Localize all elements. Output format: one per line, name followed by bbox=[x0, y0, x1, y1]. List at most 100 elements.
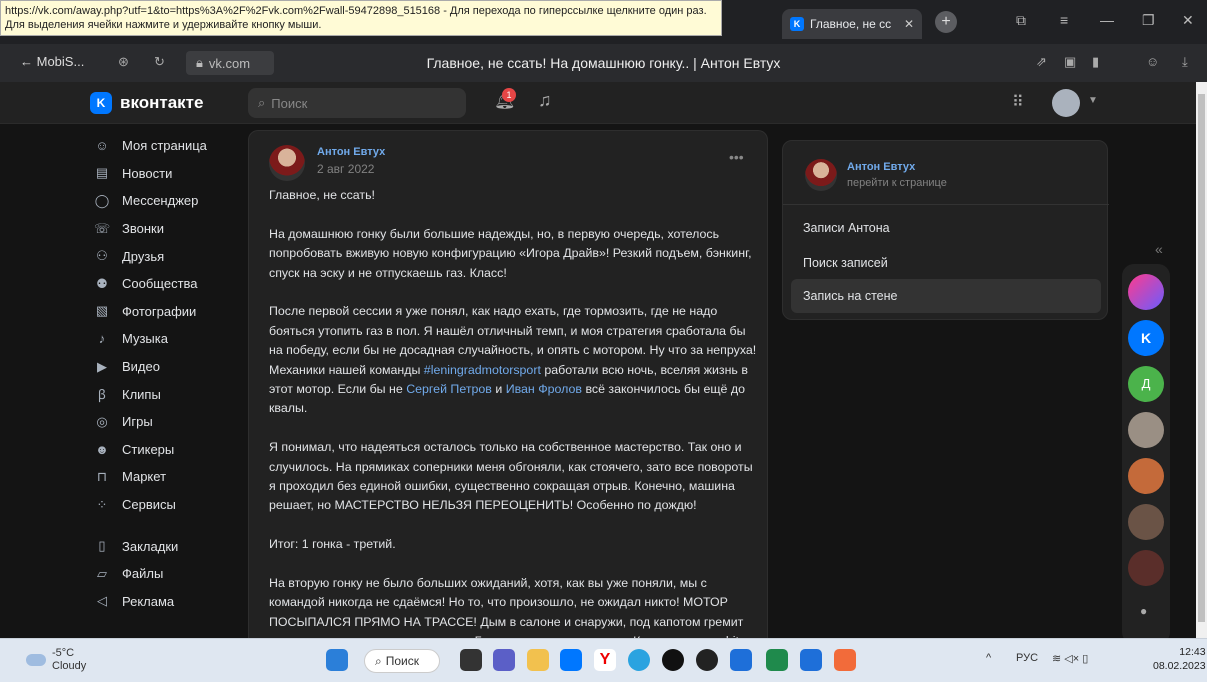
windows-start-icon[interactable] bbox=[326, 649, 348, 671]
sidebar-item[interactable]: ▶ Видео bbox=[94, 353, 244, 381]
vk-logo[interactable]: K вконтакте bbox=[90, 92, 203, 114]
sidebar-item-label: Игры bbox=[122, 414, 153, 430]
weather-widget[interactable]: -5°C Cloudy bbox=[26, 647, 86, 673]
task-view-icon[interactable] bbox=[460, 649, 482, 671]
app-icon[interactable] bbox=[696, 649, 718, 671]
music-note-icon[interactable]: ♫ bbox=[538, 90, 552, 111]
post-author-name[interactable]: Антон Евтух bbox=[317, 146, 385, 158]
clock[interactable]: 12:43 08.02.2023 bbox=[1153, 645, 1206, 673]
wall-post: Антон Евтух 2 авг 2022 ••• Главное, не с… bbox=[248, 130, 768, 638]
post-author-avatar[interactable] bbox=[269, 145, 305, 181]
chat-avatar[interactable] bbox=[1128, 550, 1164, 586]
hashtag-link[interactable]: #leningradmotorsport bbox=[424, 363, 541, 377]
close-tab-icon[interactable]: ✕ bbox=[904, 17, 914, 31]
author-avatar[interactable] bbox=[805, 159, 837, 191]
app-icon[interactable] bbox=[800, 649, 822, 671]
go-to-page-link[interactable]: перейти к странице bbox=[847, 177, 947, 189]
sidebar-item[interactable]: ▯ Закладки bbox=[94, 532, 244, 560]
tab-title: Главное, не сс bbox=[810, 17, 892, 31]
sidebar-item[interactable]: ꞵ Клипы bbox=[94, 380, 244, 408]
mention-link[interactable]: Сергей Петров bbox=[406, 382, 492, 396]
app-icon[interactable] bbox=[834, 649, 856, 671]
sidebar-item[interactable]: ▤ Новости bbox=[94, 160, 244, 188]
post-paragraph: Главное, не ссать! bbox=[269, 188, 375, 202]
taskbar-search[interactable]: ⌕ Поиск bbox=[364, 649, 440, 673]
nav-item-anton-posts[interactable]: Записи Антона bbox=[791, 211, 1101, 245]
teams-icon[interactable] bbox=[493, 649, 515, 671]
chat-avatar[interactable]: Д bbox=[1128, 366, 1164, 402]
photo-icon: ▧ bbox=[95, 303, 109, 319]
shield-app-icon[interactable] bbox=[730, 649, 752, 671]
sidebar-item[interactable]: ⚇ Друзья bbox=[94, 242, 244, 270]
minimize-icon[interactable]: — bbox=[1100, 12, 1114, 28]
sidebar-item-label: Моя страница bbox=[122, 138, 207, 154]
collapse-icon[interactable]: « bbox=[1155, 241, 1163, 257]
sidebar-separator bbox=[94, 518, 244, 532]
music-icon: ♪ bbox=[98, 331, 106, 347]
tray-chevron-icon[interactable]: ^ bbox=[986, 652, 991, 664]
avatar[interactable] bbox=[1052, 89, 1080, 117]
vk-app-icon[interactable]: K bbox=[1128, 320, 1164, 356]
chat-avatar[interactable] bbox=[1128, 458, 1164, 494]
chat-avatar[interactable] bbox=[1128, 504, 1164, 540]
sidebar-item-label: Закладки bbox=[122, 538, 179, 554]
file-icon: ▱ bbox=[97, 565, 107, 581]
sidebar-item[interactable]: ◁ Реклама bbox=[94, 588, 244, 616]
sidebar-item[interactable]: ▧ Фотографии bbox=[94, 298, 244, 326]
sidebar-item-label: Фотографии bbox=[122, 303, 197, 319]
apps-grid-icon[interactable]: ⠿ bbox=[1012, 92, 1024, 112]
chat-avatar[interactable] bbox=[1128, 412, 1164, 448]
phone-icon: ☏ bbox=[94, 220, 111, 236]
explorer-icon[interactable] bbox=[527, 649, 549, 671]
profile-icon[interactable]: ☺ bbox=[1146, 54, 1159, 69]
post-paragraph: На домашнюю гонку были большие надежды, … bbox=[269, 226, 752, 280]
sidebar-item[interactable]: ▱ Файлы bbox=[94, 560, 244, 588]
chevron-down-icon[interactable]: ▼ bbox=[1088, 95, 1098, 106]
maximize-icon[interactable]: ❐ bbox=[1142, 12, 1155, 29]
share-icon[interactable]: ⇗ bbox=[1036, 54, 1047, 70]
browser-tab[interactable]: K Главное, не сс ✕ bbox=[782, 9, 922, 39]
vk-music-icon[interactable] bbox=[1128, 274, 1164, 310]
extension-icon[interactable]: ▣ bbox=[1064, 54, 1076, 70]
sidebar-item[interactable]: ♪ Музыка bbox=[94, 325, 244, 353]
sidebar-item[interactable]: ☏ Звонки bbox=[94, 215, 244, 243]
sidebar-item[interactable]: ◎ Игры bbox=[94, 408, 244, 436]
search-input[interactable]: ⌕ Поиск bbox=[248, 88, 466, 118]
sidebar-item[interactable]: ☺ Моя страница bbox=[94, 132, 244, 160]
search-icon: ⌕ bbox=[258, 95, 266, 110]
wifi-icon[interactable]: ≋ ◁× ▯ bbox=[1052, 652, 1088, 665]
sidebar-item[interactable]: ⁘ Сервисы bbox=[94, 491, 244, 519]
cloud-icon bbox=[26, 654, 46, 666]
language-indicator[interactable]: РУС bbox=[1016, 652, 1038, 664]
close-window-icon[interactable]: ✕ bbox=[1182, 12, 1194, 29]
menu-icon[interactable]: ≡ bbox=[1060, 12, 1068, 28]
sidebar: ☺ Моя страница ▤ Новости ◯ Мессенджер ☏ Звонки ⚇… bbox=[94, 132, 244, 615]
notification-badge: 1 bbox=[502, 88, 516, 102]
vk-taskbar-icon[interactable] bbox=[560, 649, 582, 671]
chat-icon[interactable]: ● bbox=[1140, 604, 1147, 618]
sidebar-item[interactable]: ⊓ Маркет bbox=[94, 463, 244, 491]
sidebar-item[interactable]: ☻ Стикеры bbox=[94, 436, 244, 464]
mention-link[interactable]: Иван Фролов bbox=[506, 382, 582, 396]
vk-favicon-icon: K bbox=[790, 17, 804, 31]
yandex-icon[interactable]: Y bbox=[594, 649, 616, 671]
sidebar-item[interactable]: ⚉ Сообщества bbox=[94, 270, 244, 298]
taskbar: -5°C Cloudy ⌕ Поиск Y ^ РУС ≋ ◁× ▯ 12:43 08… bbox=[0, 638, 1207, 682]
more-icon[interactable]: ••• bbox=[729, 149, 744, 165]
post-date[interactable]: 2 авг 2022 bbox=[317, 162, 374, 176]
sidebar-item[interactable]: ◯ Мессенджер bbox=[94, 187, 244, 215]
download-icon[interactable]: ⤓ bbox=[1182, 54, 1188, 70]
nav-item-wall-post[interactable]: Запись на стене bbox=[791, 279, 1101, 313]
collections-icon[interactable]: ⧉ bbox=[1016, 12, 1026, 29]
tiktok-icon[interactable] bbox=[662, 649, 684, 671]
scrollbar-thumb[interactable] bbox=[1198, 94, 1205, 622]
author-name[interactable]: Антон Евтух bbox=[847, 161, 915, 173]
scrollbar[interactable] bbox=[1196, 82, 1207, 638]
sidebar-item-label: Реклама bbox=[122, 593, 175, 609]
excel-icon[interactable] bbox=[766, 649, 788, 671]
nav-item-search-posts[interactable]: Поиск записей bbox=[791, 246, 1101, 280]
vk-logo-icon: K bbox=[90, 92, 112, 114]
telegram-icon[interactable] bbox=[628, 649, 650, 671]
new-tab-button[interactable]: + bbox=[935, 11, 957, 33]
bookmark-icon[interactable]: ▮ bbox=[1092, 54, 1099, 70]
